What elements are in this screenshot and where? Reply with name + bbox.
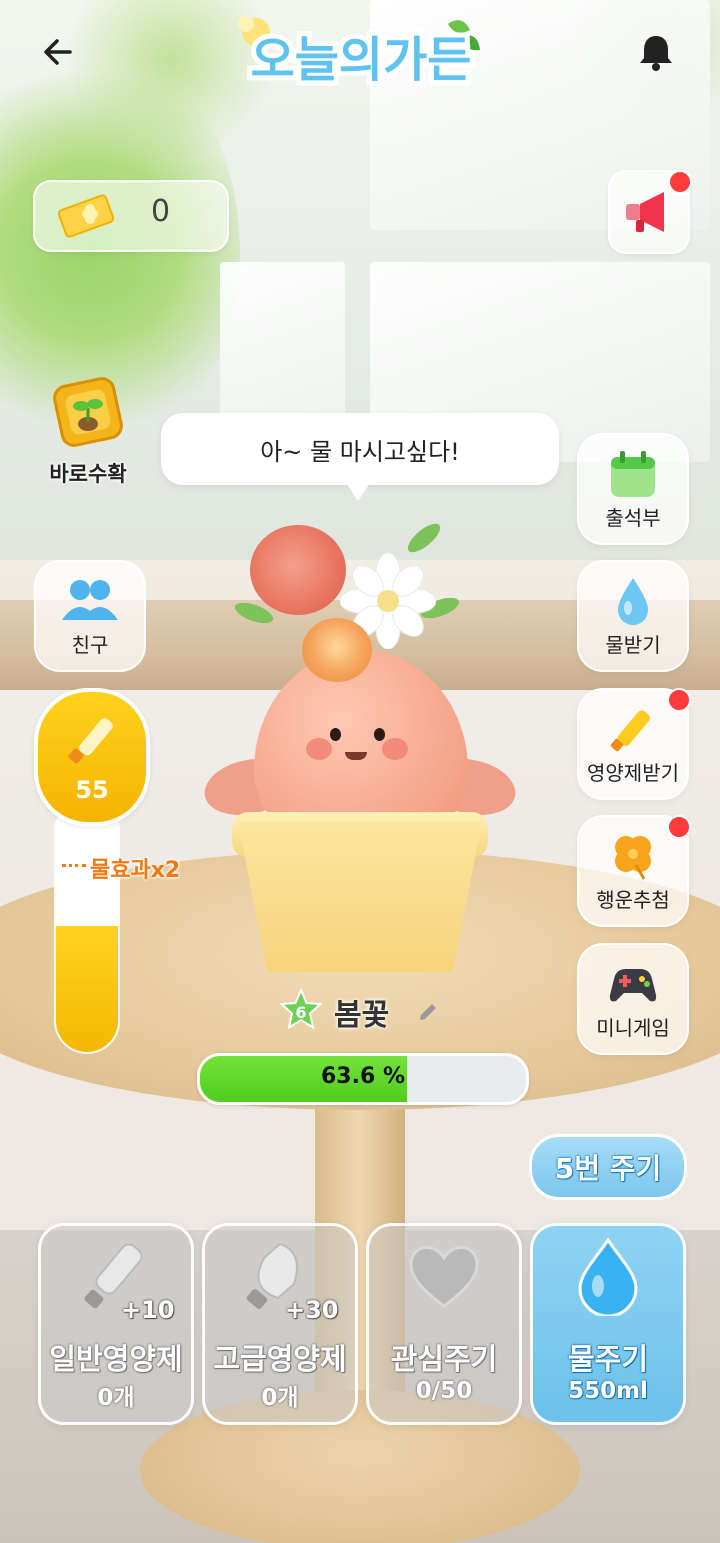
growth-progress-bar: 63.6 % [197, 1053, 529, 1105]
megaphone-button[interactable] [608, 170, 692, 254]
plant-name: 봄꽃 [334, 998, 390, 1033]
alert-dot [667, 688, 691, 712]
pencil-icon[interactable] [416, 1000, 440, 1024]
gauge-head: 55 [34, 688, 150, 826]
effect-marker [62, 864, 86, 867]
side-menu-label: 물받기 [605, 633, 661, 657]
side-menu-label: 출석부 [605, 506, 661, 530]
speech-bubble: 아~ 물 마시고싶다! [161, 413, 559, 485]
water-plant-button[interactable]: 물주기 550ml [530, 1223, 686, 1425]
action-name: 고급영양제 [213, 1342, 347, 1376]
premium-nutrient-button[interactable]: +30 고급영양제 0개 [202, 1223, 358, 1425]
heart-icon [409, 1246, 479, 1308]
arrow-left-icon [44, 39, 72, 65]
give-attention-button[interactable]: 관심주기 0/50 [366, 1223, 522, 1425]
calendar-icon [611, 451, 655, 497]
clover-ticket-icon [57, 194, 115, 238]
friends-label: 친구 [71, 633, 109, 657]
side-menu-label: 영양제받기 [587, 761, 679, 785]
attendance-button[interactable]: 출석부 [577, 433, 689, 545]
nutrient-bottle-icon [68, 718, 113, 764]
back-button[interactable] [36, 30, 80, 74]
alert-dot [667, 815, 691, 839]
action-count: 550ml [568, 1378, 648, 1404]
gauge-value: 55 [75, 776, 109, 804]
action-count: 0개 [97, 1385, 135, 1411]
lucky-draw-button[interactable]: 행운추첨 [577, 815, 691, 927]
water-drop-icon [618, 578, 648, 625]
side-menu-label: 미니게임 [596, 1016, 670, 1040]
plant-cheek [382, 738, 408, 760]
ticket-count: 0 [151, 194, 171, 229]
clover-icon [615, 836, 651, 880]
action-count: 0/50 [415, 1378, 473, 1404]
mini-game-button[interactable]: 미니게임 [577, 943, 689, 1055]
water-effect-label: 물효과x2 [90, 858, 181, 883]
nutrient-plus: +30 [285, 1296, 339, 1324]
action-name: 관심주기 [390, 1342, 498, 1376]
alert-dot [668, 170, 692, 194]
orange-flower [302, 618, 372, 682]
water-gauge-fill [56, 926, 118, 1052]
rose-flower [250, 525, 346, 615]
megaphone-icon [626, 192, 664, 232]
friends-button[interactable]: 친구 [34, 560, 146, 672]
level-star-icon: 6 [279, 987, 323, 1030]
give-5-times-button[interactable]: 5번 주기 [529, 1134, 687, 1200]
give-5-times-label: 5번 주기 [554, 1152, 662, 1185]
flower-pot [238, 822, 482, 972]
speech-bubble-tail [346, 483, 370, 501]
plant-eye [330, 728, 341, 741]
plant-eye [374, 728, 385, 741]
speech-bubble-text: 아~ 물 마시고싶다! [260, 437, 460, 466]
water-gauge [56, 800, 118, 1052]
water-drop-icon [578, 1237, 638, 1316]
plant-level: 6 [295, 1003, 306, 1022]
side-menu-label: 행운추첨 [596, 888, 670, 912]
app-logo: 오늘의가든 [238, 16, 480, 93]
plant-cheek [306, 738, 332, 760]
ticket-counter[interactable]: 0 [33, 180, 229, 252]
get-water-button[interactable]: 물받기 [577, 560, 689, 672]
gamepad-icon [609, 969, 657, 1002]
bell-icon[interactable] [634, 30, 678, 74]
logo-text: 오늘의가든 [251, 32, 472, 88]
quick-harvest-label: 바로수확 [49, 462, 127, 486]
action-count: 0개 [261, 1385, 299, 1411]
basic-nutrient-button[interactable]: +10 일반영양제 0개 [38, 1223, 194, 1425]
nutrient-plus: +10 [121, 1296, 175, 1324]
quick-harvest-button[interactable]: 바로수확 [36, 370, 140, 488]
action-name: 일반영양제 [49, 1342, 183, 1376]
action-name: 물주기 [567, 1342, 649, 1376]
people-icon [62, 580, 118, 620]
get-nutrient-button[interactable]: 영양제받기 [577, 688, 691, 800]
growth-progress-text: 63.6 % [321, 1064, 405, 1089]
nutrient-bottle-icon [610, 710, 650, 752]
sprout-tile-icon [53, 377, 123, 447]
